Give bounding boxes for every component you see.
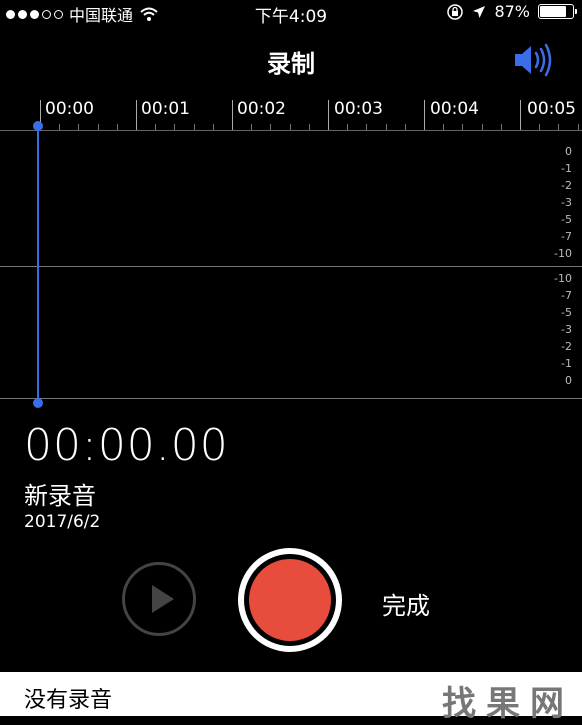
timeline-minor-tick xyxy=(193,124,195,130)
timeline-label: 00:02 xyxy=(237,99,286,119)
timeline-baseline xyxy=(0,130,582,131)
timeline-minor-tick xyxy=(251,124,253,130)
db-scale-label: -3 xyxy=(561,323,572,336)
timeline-minor-tick xyxy=(155,124,157,130)
db-scale-label: -2 xyxy=(561,340,572,353)
speaker-icon[interactable] xyxy=(512,40,554,80)
timeline-tick xyxy=(232,100,233,130)
play-button[interactable] xyxy=(122,562,196,636)
done-button[interactable]: 完成 xyxy=(382,586,430,621)
timeline-minor-tick xyxy=(212,124,214,130)
timeline-minor-tick xyxy=(481,124,483,130)
timeline-minor-tick xyxy=(78,124,80,130)
timeline-minor-tick xyxy=(116,124,118,130)
db-scale-label: -2 xyxy=(561,179,572,192)
timeline-label: 00:04 xyxy=(430,99,479,119)
timeline-minor-tick xyxy=(59,124,61,130)
timeline-minor-tick xyxy=(539,124,541,130)
timeline-label: 00:05 xyxy=(527,99,576,119)
recording-date: 2017/6/2 xyxy=(24,512,101,532)
rotation-lock-icon xyxy=(447,3,464,20)
db-scale-label: -7 xyxy=(561,230,572,243)
db-scale-label: -1 xyxy=(561,357,572,370)
battery-icon xyxy=(538,4,577,19)
recording-name[interactable]: 新录音 xyxy=(24,476,96,511)
play-icon xyxy=(152,585,174,613)
db-scale-label: 0 xyxy=(565,145,572,158)
battery-percent: 87% xyxy=(494,2,530,21)
db-scale-label: -1 xyxy=(561,162,572,175)
db-scale-label: -3 xyxy=(561,196,572,209)
timeline-label: 00:00 xyxy=(45,99,94,119)
db-scale-label: -10 xyxy=(554,247,572,260)
timeline-minor-tick xyxy=(308,124,310,130)
timeline-tick xyxy=(520,100,521,130)
playhead-top-handle[interactable] xyxy=(33,121,43,131)
record-button[interactable] xyxy=(238,548,342,652)
location-arrow-icon xyxy=(473,5,486,18)
waveform-area[interactable]: 0 -1 -2 -3 -5 -7 -10 -10 -7 -5 -3 -2 -1 … xyxy=(0,132,582,399)
recordings-list: 没有录音 找果网 xyxy=(0,672,582,724)
elapsed-time: 00:00.00 xyxy=(24,420,229,471)
waveform-centerline xyxy=(0,266,582,267)
db-scale-label: -7 xyxy=(561,289,572,302)
timeline-minor-tick xyxy=(462,124,464,130)
watermark: 找果网 xyxy=(442,684,574,724)
db-scale-label: -10 xyxy=(554,272,572,285)
status-bar: 中国联通 下午4:09 87% xyxy=(0,0,582,27)
timeline-tick xyxy=(328,100,329,130)
db-scale-label: 0 xyxy=(565,374,572,387)
waveform-bottom-border xyxy=(0,398,582,399)
record-dot xyxy=(249,559,331,641)
timeline-minor-tick xyxy=(577,124,579,130)
timeline-tick xyxy=(136,100,137,130)
playhead-bottom-handle[interactable] xyxy=(33,398,43,408)
timeline-minor-tick xyxy=(385,124,387,130)
page-title: 录制 xyxy=(267,50,315,78)
timeline-minor-tick xyxy=(443,124,445,130)
timeline-label: 00:03 xyxy=(334,99,383,119)
timeline-label: 00:01 xyxy=(141,99,190,119)
timeline-minor-tick xyxy=(97,124,99,130)
timeline-minor-tick xyxy=(289,124,291,130)
empty-list-label: 没有录音 xyxy=(24,688,113,713)
timeline-tick xyxy=(424,100,425,130)
timeline-minor-tick xyxy=(270,124,272,130)
timeline-minor-tick xyxy=(366,124,368,130)
db-scale-label: -5 xyxy=(561,213,572,226)
timeline-minor-tick xyxy=(347,124,349,130)
timeline-minor-tick xyxy=(404,124,406,130)
playhead-line[interactable] xyxy=(37,124,39,404)
db-scale-label: -5 xyxy=(561,306,572,319)
timeline-minor-tick xyxy=(558,124,560,130)
timeline-minor-tick xyxy=(500,124,502,130)
timeline-ruler[interactable]: 00:00 00:01 00:02 00:03 00:04 00:05 xyxy=(0,96,582,132)
timeline-minor-tick xyxy=(174,124,176,130)
